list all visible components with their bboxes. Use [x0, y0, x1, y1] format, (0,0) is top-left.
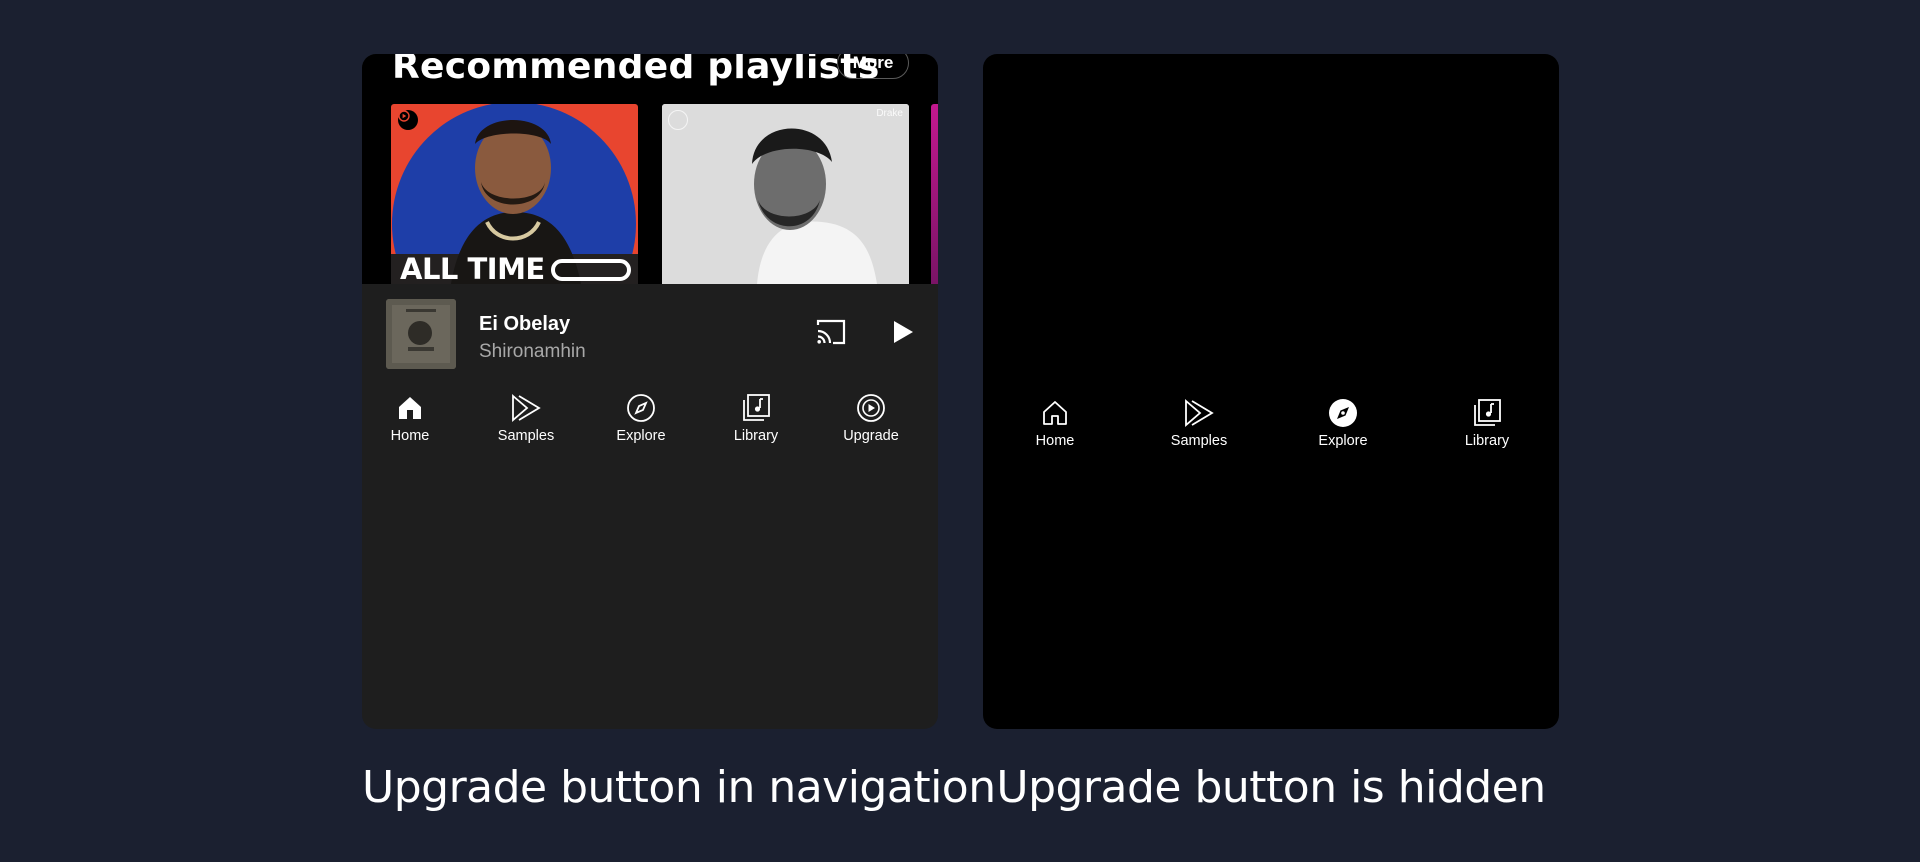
nav-label: Home	[1035, 433, 1075, 449]
playlist-cover-title: ALL TIME	[400, 255, 631, 284]
nav-label: Library	[1464, 433, 1510, 449]
section-title: Recommended playlists	[392, 54, 880, 87]
samples-icon	[511, 393, 541, 423]
yt-music-badge-icon	[398, 110, 418, 130]
recommended-playlists-section: Recommended playlists More ALL TIME Drak…	[362, 54, 938, 284]
app-screen-without-upgrade: Home Samples Explore Library	[983, 54, 1559, 729]
yt-music-badge-icon	[668, 110, 688, 130]
explore-icon	[626, 393, 656, 423]
cast-icon[interactable]	[815, 318, 847, 346]
playlist-card-partial[interactable]	[931, 104, 938, 284]
nav-label: Samples	[497, 428, 555, 444]
now-playing-artist: Shironamhin	[479, 341, 586, 362]
nav-label: Library	[733, 428, 779, 444]
caption-upgrade-hidden: Upgrade button is hidden	[996, 762, 1546, 813]
explore-icon	[1328, 398, 1358, 428]
play-icon[interactable]	[890, 318, 916, 346]
nav-item-samples[interactable]: Samples	[471, 393, 581, 444]
nav-item-library[interactable]: Library	[701, 393, 811, 444]
upgrade-icon	[856, 393, 886, 423]
caption-upgrade-in-navigation: Upgrade button in navigation	[362, 762, 996, 813]
nav-label: Home	[390, 428, 430, 444]
nav-item-home[interactable]: Home	[1000, 398, 1110, 449]
playlist-cover-art	[662, 104, 909, 284]
playlist-card-all-time[interactable]: ALL TIME	[391, 104, 638, 284]
nav-item-explore[interactable]: Explore	[586, 393, 696, 444]
library-icon	[741, 393, 771, 423]
mini-player[interactable]: Ei Obelay Shironamhin	[362, 284, 938, 376]
playlist-card-drake[interactable]: Drake	[662, 104, 909, 284]
cover-artist-label: Drake	[876, 108, 903, 119]
home-icon	[395, 393, 425, 423]
library-icon	[1472, 398, 1502, 428]
app-screen-with-upgrade: Recommended playlists More ALL TIME Drak…	[362, 54, 938, 729]
nav-label: Explore	[616, 428, 666, 444]
nav-item-samples[interactable]: Samples	[1144, 398, 1254, 449]
nav-label: Samples	[1170, 433, 1228, 449]
nav-item-home[interactable]: Home	[362, 393, 465, 444]
nav-label: Upgrade	[843, 428, 899, 444]
nav-label: Explore	[1318, 433, 1368, 449]
nav-item-explore[interactable]: Explore	[1288, 398, 1398, 449]
nav-item-upgrade[interactable]: Upgrade	[816, 393, 926, 444]
more-button[interactable]: More	[837, 54, 909, 79]
home-icon	[1040, 398, 1070, 428]
nav-item-library[interactable]: Library	[1432, 398, 1542, 449]
samples-icon	[1184, 398, 1214, 428]
album-art	[386, 299, 456, 369]
now-playing-title: Ei Obelay	[479, 313, 571, 335]
